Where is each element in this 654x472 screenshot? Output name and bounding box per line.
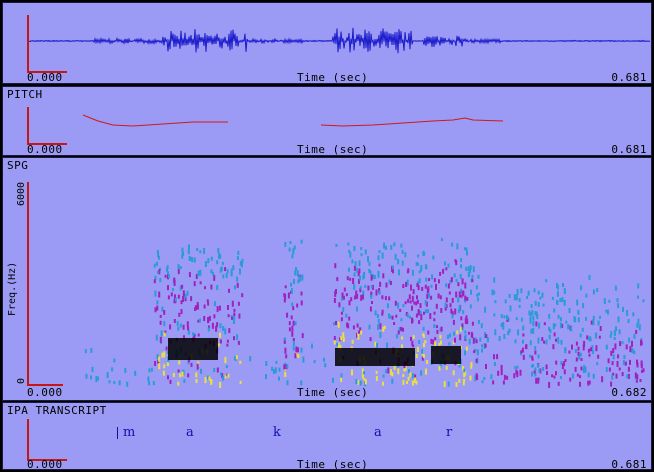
spectrogram-time-start: 0.000	[27, 386, 63, 399]
spectrogram-panel[interactable]: SPG 6000 Freq.(Hz) 0 0.000 Time (sec) 0.…	[2, 157, 652, 401]
spectrogram-formant-3	[431, 346, 461, 364]
phoneme-m[interactable]: m	[123, 425, 135, 440]
phoneme-a[interactable]: a	[186, 425, 194, 440]
pitch-segment-2	[320, 117, 504, 127]
transcript-panel[interactable]: IPA TRANSCRIPT m a k a r 0.000 Time (sec…	[2, 402, 652, 470]
pitch-panel[interactable]: PITCH 0.000 Time (sec) 0.681	[2, 86, 652, 156]
phoneme-a-2[interactable]: a	[374, 425, 382, 440]
transcript-time-axis-label: Time (sec)	[297, 458, 369, 470]
pitch-time-end: 0.681	[611, 143, 647, 156]
transcript-y-axis	[27, 419, 29, 461]
speech-analysis-window: 0.000 Time (sec) 0.681 PITCH 0.000 Time …	[0, 0, 654, 472]
pitch-time-axis-label: Time (sec)	[297, 143, 369, 156]
pitch-segment-1	[82, 114, 228, 127]
pitch-time-start: 0.000	[27, 143, 63, 156]
transcript-panel-title: IPA TRANSCRIPT	[7, 404, 107, 417]
spectrogram-formant-2	[335, 348, 415, 366]
phoneme-r[interactable]: r	[446, 425, 452, 440]
waveform-time-end: 0.681	[611, 71, 647, 84]
spectrogram-image	[84, 238, 645, 388]
waveform-time-axis-label: Time (sec)	[297, 71, 369, 84]
phoneme-k[interactable]: k	[273, 425, 281, 440]
waveform-path	[28, 27, 651, 54]
transcript-time-start: 0.000	[27, 458, 63, 470]
transcript-time-end: 0.681	[611, 458, 647, 470]
spectrogram-time-end: 0.682	[611, 386, 647, 399]
waveform-time-start: 0.000	[27, 71, 63, 84]
waveform-panel[interactable]: 0.000 Time (sec) 0.681	[2, 2, 652, 84]
segment-boundary-marker[interactable]	[117, 427, 118, 439]
spectrogram-time-axis-label: Time (sec)	[297, 386, 369, 399]
spectrogram-formant-1	[168, 338, 218, 360]
